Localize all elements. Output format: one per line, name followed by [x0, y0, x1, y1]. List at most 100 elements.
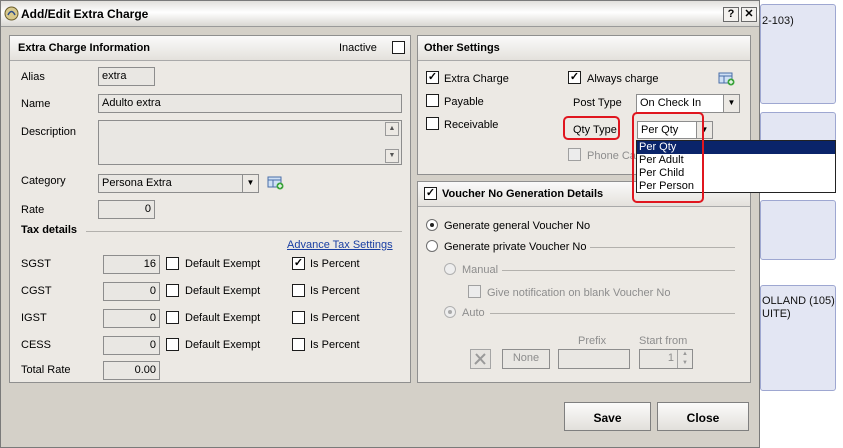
room-label-top: 2-103) [762, 15, 794, 27]
total-rate-label: Total Rate [21, 364, 71, 376]
post-type-value: On Check In [640, 97, 702, 109]
cess-field[interactable]: 0 [103, 336, 160, 355]
always-charge-label: Always charge [587, 73, 659, 85]
spin-up-icon[interactable]: ▲ [677, 350, 692, 359]
igst-default-exempt-checkbox[interactable] [166, 311, 179, 324]
inactive-checkbox[interactable] [392, 41, 405, 54]
panel-title: Other Settings [424, 42, 500, 54]
general-voucher-radio[interactable] [426, 219, 438, 231]
name-field[interactable]: Adulto extra [98, 94, 402, 113]
sgst-default-exempt-label: Default Exempt [185, 258, 261, 270]
cgst-is-percent-checkbox[interactable] [292, 284, 305, 297]
start-from-label: Start from [639, 335, 688, 347]
auto-separator [490, 313, 735, 314]
prefix-label: Prefix [578, 335, 607, 347]
tax-separator [86, 231, 402, 232]
notify-blank-checkbox[interactable] [468, 285, 481, 298]
private-separator [590, 247, 735, 248]
voucher-enable-checkbox[interactable]: ✓ [424, 187, 437, 200]
manual-radio[interactable] [444, 263, 456, 275]
alias-field[interactable]: extra [98, 67, 155, 86]
auto-radio[interactable] [444, 306, 456, 318]
qty-type-dropdown-highlight [632, 112, 704, 203]
cgst-is-percent-label: Is Percent [310, 285, 360, 297]
igst-label: IGST [21, 312, 47, 324]
close-button[interactable]: Close [657, 402, 749, 431]
tools-icon[interactable] [470, 349, 491, 369]
room-card[interactable] [760, 112, 836, 142]
rate-field[interactable]: 0 [98, 200, 155, 219]
cess-default-exempt-checkbox[interactable] [166, 338, 179, 351]
cgst-field[interactable]: 0 [103, 282, 160, 301]
scroll-up-icon[interactable]: ▲ [385, 122, 399, 136]
cess-default-exempt-label: Default Exempt [185, 339, 261, 351]
payable-label: Payable [444, 96, 484, 108]
igst-is-percent-checkbox[interactable] [292, 311, 305, 324]
post-type-dropdown[interactable]: On Check In ▼ [636, 94, 740, 113]
extra-charge-checkbox[interactable]: ✓ [426, 71, 439, 84]
advance-tax-settings-link[interactable]: Advance Tax Settings [287, 239, 393, 251]
room-card[interactable] [760, 200, 836, 260]
receivable-label: Receivable [444, 119, 499, 131]
alias-label: Alias [21, 71, 45, 83]
name-label: Name [21, 98, 51, 110]
post-type-label: Post Type [573, 97, 622, 109]
manual-label: Manual [462, 264, 499, 276]
save-button[interactable]: Save [564, 402, 651, 431]
room-label-mid-2: UITE) [762, 308, 791, 320]
tax-details-heading: Tax details [21, 224, 78, 236]
sgst-is-percent-label: Is Percent [310, 258, 360, 270]
description-field[interactable] [98, 120, 402, 165]
help-button[interactable]: ? [723, 7, 739, 22]
close-label: Close [686, 411, 720, 425]
private-voucher-label: Generate private Voucher No [444, 241, 587, 253]
spin-down-icon[interactable]: ▼ [677, 359, 692, 368]
panel-header: Other Settings [418, 36, 750, 61]
save-label: Save [593, 411, 622, 425]
extra-charge-info-panel: Extra Charge Information Inactive Alias … [9, 35, 411, 383]
cess-label: CESS [21, 339, 51, 351]
panel-header: Extra Charge Information Inactive [10, 36, 410, 61]
category-add-icon[interactable] [267, 176, 284, 190]
category-value: Persona Extra [102, 177, 172, 189]
rate-label: Rate [21, 204, 45, 216]
room-label-mid: OLLAND (105) [762, 295, 835, 307]
prefix-field[interactable] [558, 349, 630, 369]
general-voucher-label: Generate general Voucher No [444, 220, 591, 232]
panel-title: Extra Charge Information [18, 42, 151, 54]
notify-blank-label: Give notification on blank Voucher No [487, 287, 671, 299]
sgst-field[interactable]: 16 [103, 255, 160, 274]
category-dropdown[interactable]: Persona Extra ▼ [98, 174, 259, 193]
voucher-panel: ✓ Voucher No Generation Details Generate… [417, 181, 751, 383]
cess-is-percent-checkbox[interactable] [292, 338, 305, 351]
phone-call-label: Phone Cal [587, 150, 639, 162]
sgst-default-exempt-checkbox[interactable] [166, 257, 179, 270]
extra-charge-label: Extra Charge [444, 73, 509, 85]
close-icon[interactable]: ✕ [741, 7, 757, 22]
cgst-default-exempt-label: Default Exempt [185, 285, 261, 297]
sgst-label: SGST [21, 258, 51, 270]
receivable-checkbox[interactable] [426, 117, 439, 130]
title-bar[interactable]: Add/Edit Extra Charge ? ✕ [1, 1, 759, 27]
dialog-title: Add/Edit Extra Charge [21, 7, 149, 21]
igst-field[interactable]: 0 [103, 309, 160, 328]
cess-is-percent-label: Is Percent [310, 339, 360, 351]
payable-checkbox[interactable] [426, 94, 439, 107]
app-icon [4, 6, 19, 21]
description-label: Description [21, 126, 77, 138]
qty-type-label-highlight [563, 116, 620, 140]
add-edit-extra-charge-dialog: Add/Edit Extra Charge ? ✕ Extra Charge I… [0, 0, 760, 448]
private-voucher-radio[interactable] [426, 240, 438, 252]
scroll-down-icon[interactable]: ▼ [385, 149, 399, 163]
chevron-down-icon[interactable]: ▼ [723, 95, 739, 112]
auto-label: Auto [462, 307, 485, 319]
settings-grid-icon[interactable] [718, 72, 735, 86]
cgst-default-exempt-checkbox[interactable] [166, 284, 179, 297]
chevron-down-icon[interactable]: ▼ [242, 175, 258, 192]
sgst-is-percent-checkbox[interactable]: ✓ [292, 257, 305, 270]
always-charge-checkbox[interactable]: ✓ [568, 71, 581, 84]
none-field[interactable]: None [502, 349, 550, 369]
inactive-label: Inactive [339, 42, 377, 54]
phone-call-checkbox[interactable] [568, 148, 581, 161]
category-label: Category [21, 175, 66, 187]
